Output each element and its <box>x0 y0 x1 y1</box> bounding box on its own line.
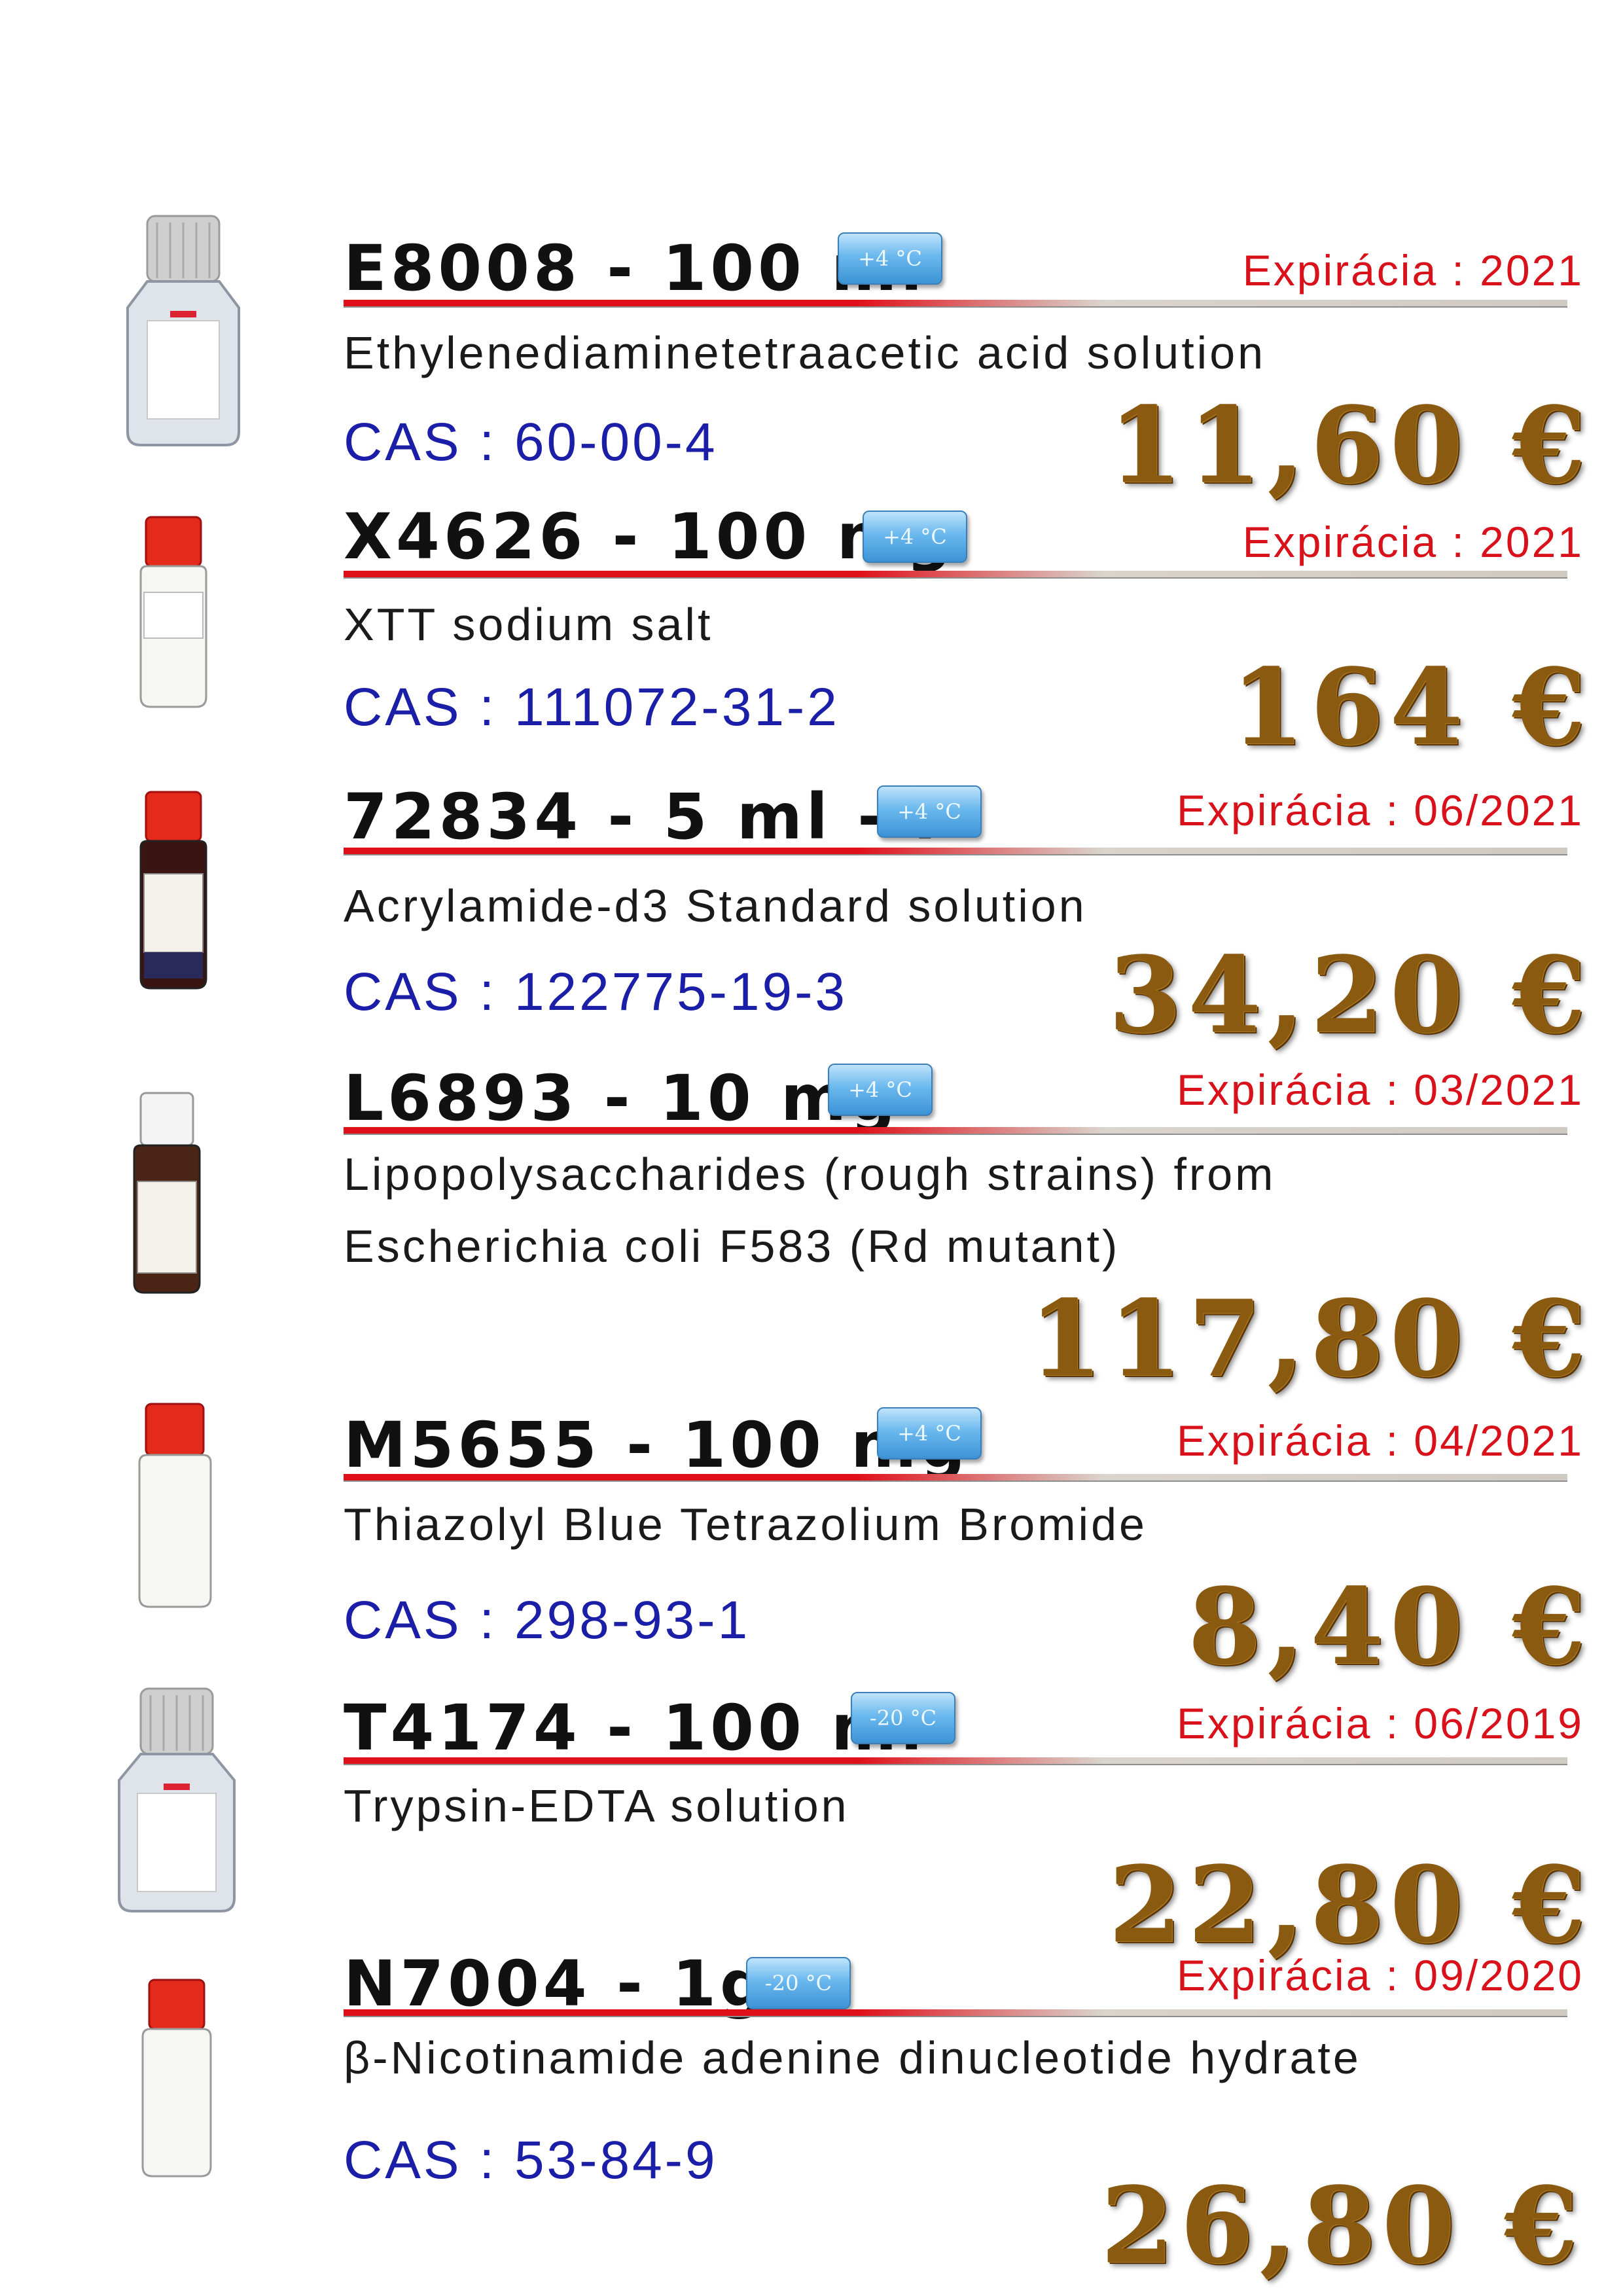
divider-rule <box>344 571 1567 579</box>
cas-number: CAS : 60-00-4 <box>344 412 718 472</box>
product-code: L6893 - 10 mg <box>344 1062 899 1135</box>
brown-vial-icon <box>133 1092 201 1294</box>
cas-number: CAS : 122775-19-3 <box>344 962 848 1022</box>
product-name: Escherichia coli F583 (Rd mutant) <box>344 1221 1120 1272</box>
cas-number: CAS : 298-93-1 <box>344 1590 751 1650</box>
product-name: Lipopolysaccharides (rough strains) from <box>344 1149 1276 1200</box>
expiry-date: Expirácia : 03/2021 <box>1176 1066 1584 1114</box>
temperature-badge: -20 °C <box>851 1692 955 1744</box>
white-vial-icon <box>141 1979 212 2178</box>
price: 22,80 € <box>1108 1843 1592 1966</box>
divider-rule <box>344 2009 1567 2017</box>
expiry-date: Expirácia : 06/2021 <box>1176 786 1584 834</box>
plastic-bottle-icon <box>118 1687 236 1912</box>
temperature-badge: -20 °C <box>746 1957 851 2009</box>
divider-rule <box>344 1474 1567 1482</box>
expiry-date: Expirácia : 06/2019 <box>1176 1699 1584 1748</box>
plastic-bottle-icon <box>126 215 240 446</box>
product-code: T4174 - 100 ml <box>344 1691 927 1765</box>
temperature-badge: +4 °C <box>877 785 982 838</box>
divider-rule <box>344 1127 1567 1135</box>
white-vial-icon <box>139 516 207 708</box>
temperature-badge: +4 °C <box>863 511 967 563</box>
product-name: Trypsin-EDTA solution <box>344 1780 849 1831</box>
product-name: Thiazolyl Blue Tetrazolium Bromide <box>344 1499 1147 1550</box>
temperature-badge: +4 °C <box>877 1407 982 1460</box>
divider-rule <box>344 1757 1567 1765</box>
temperature-badge: +4 °C <box>838 232 942 285</box>
price: 11,60 € <box>1108 384 1592 507</box>
product-name: β-Nicotinamide adenine dinucleotide hydr… <box>344 2032 1361 2083</box>
price: 8,40 € <box>1188 1565 1592 1688</box>
divider-rule <box>344 848 1567 855</box>
product-code: 72834 - 5 ml - F <box>344 780 961 853</box>
amber-vial-icon <box>139 791 207 990</box>
expiry-date: Expirácia : 04/2021 <box>1176 1416 1584 1465</box>
expiry-date: Expirácia : 2021 <box>1242 518 1584 566</box>
divider-rule <box>344 300 1567 308</box>
product-name: XTT sodium salt <box>344 599 713 650</box>
cas-number: CAS : 111072-31-2 <box>344 677 840 737</box>
price: 26,80 € <box>1100 2164 1584 2287</box>
white-vial-icon <box>138 1403 212 1608</box>
expiry-date: Expirácia : 09/2020 <box>1176 1951 1584 2000</box>
product-name: Ethylenediaminetetraacetic acid solution <box>344 327 1266 378</box>
product-name: Acrylamide-d3 Standard solution <box>344 880 1087 931</box>
price: 34,20 € <box>1108 933 1592 1056</box>
price: 164 € <box>1230 645 1592 768</box>
product-code: M5655 - 100 mg <box>344 1408 969 1482</box>
product-code: N7004 - 1g <box>344 1947 769 2020</box>
temperature-badge: +4 °C <box>828 1064 933 1116</box>
expiry-date: Expirácia : 2021 <box>1242 246 1584 295</box>
price: 117,80 € <box>1029 1277 1592 1400</box>
cas-number: CAS : 53-84-9 <box>344 2130 718 2190</box>
